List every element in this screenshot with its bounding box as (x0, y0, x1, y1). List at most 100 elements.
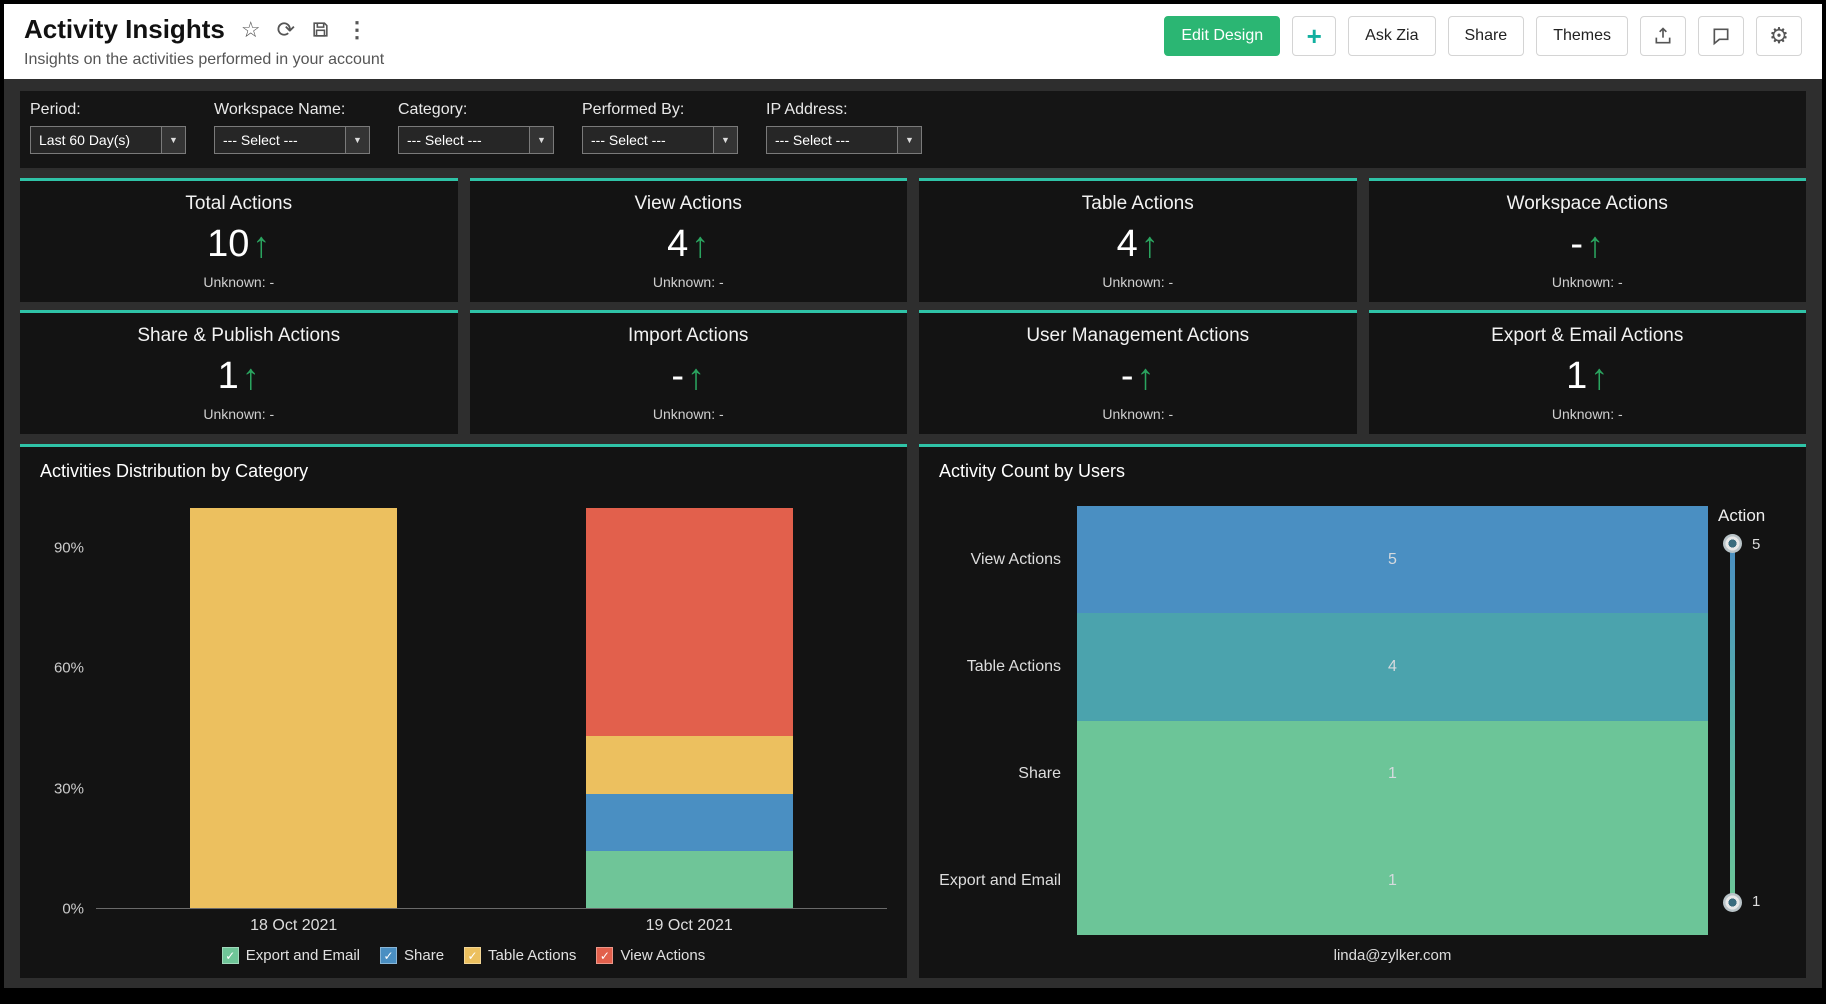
legend-item[interactable]: ✓ View Actions (596, 947, 705, 964)
filter-label: Performed By: (582, 101, 738, 119)
bar-slot (96, 508, 492, 908)
filter-select-period[interactable]: Last 60 Day(s) ▼ (30, 126, 186, 154)
filter-group-period: Period:Last 60 Day(s)▼ (30, 101, 186, 154)
kpi-value: 4 (1117, 223, 1138, 266)
heatmap-body: View Actions5Table Actions4Share1Export … (939, 482, 1786, 966)
heatmap-row-label: Export and Email (939, 828, 1077, 935)
trend-up-icon: ↑ (691, 227, 709, 263)
legend-checkbox-icon[interactable]: ✓ (596, 947, 613, 964)
legend-label: View Actions (620, 947, 705, 964)
filter-select-ip-address[interactable]: --- Select ---▼ (766, 126, 922, 154)
chevron-down-icon[interactable]: ▼ (161, 127, 185, 153)
kpi-title: User Management Actions (927, 325, 1349, 347)
trend-up-icon: ↑ (1590, 359, 1608, 395)
bar-chart-plot (96, 508, 887, 909)
trend-up-icon: ↑ (252, 227, 270, 263)
kpi-value-row: 4↑ (478, 223, 900, 266)
heatmap-title: Activity Count by Users (939, 461, 1786, 482)
heatmap-cell[interactable]: 4 (1077, 613, 1708, 720)
bar-segment[interactable] (586, 851, 793, 908)
bar-segment[interactable] (586, 508, 793, 736)
filter-select-category[interactable]: --- Select --- ▼ (398, 126, 554, 154)
heatmap-cell[interactable]: 1 (1077, 721, 1708, 828)
scale-max-handle[interactable] (1723, 534, 1742, 553)
comments-button[interactable] (1698, 16, 1744, 56)
kpi-title: Import Actions (478, 325, 900, 347)
kpi-title: Total Actions (28, 193, 450, 215)
kpi-value: - (1570, 223, 1583, 266)
chevron-down-icon[interactable]: ▼ (897, 127, 921, 153)
kpi-footer: Unknown: - (28, 274, 450, 294)
heatmap-cell-value: 1 (1388, 765, 1397, 783)
bar-segment[interactable] (586, 736, 793, 793)
filter-select-value: --- Select --- (399, 132, 482, 148)
legend-item[interactable]: ✓ Table Actions (464, 947, 576, 964)
settings-button[interactable]: ⚙ (1756, 16, 1802, 56)
ask-zia-button[interactable]: Ask Zia (1348, 16, 1435, 56)
x-axis-label: 18 Oct 2021 (96, 917, 492, 935)
filter-group-ip-address: IP Address:--- Select ---▼ (766, 101, 922, 154)
kpi-card: Total Actions 10↑ Unknown: - (20, 178, 458, 302)
legend-checkbox-icon[interactable]: ✓ (222, 947, 239, 964)
add-button[interactable]: + (1292, 16, 1336, 56)
y-axis-tick-label: 0% (62, 901, 84, 918)
legend-label: Share (404, 947, 444, 964)
comment-icon (1711, 26, 1731, 46)
heatmap-x-label: linda@zylker.com (1077, 935, 1708, 966)
legend-item[interactable]: ✓Export and Email (222, 947, 360, 964)
star-icon[interactable]: ☆ (241, 19, 261, 41)
heatmap-row: Table Actions 4 (939, 613, 1708, 720)
scale-track[interactable] (1730, 544, 1735, 902)
legend-checkbox-icon[interactable]: ✓ (380, 947, 397, 964)
kpi-value: 1 (218, 355, 239, 398)
edit-design-button[interactable]: Edit Design (1164, 16, 1280, 56)
heatmap-color-scale: Action 5 1 (1708, 506, 1786, 966)
bar-chart-legend: ✓Export and Email✓Share✓Table Actions✓Vi… (40, 941, 887, 966)
scale-min-handle[interactable] (1723, 893, 1742, 912)
filter-label: Workspace Name: (214, 101, 370, 119)
heatmap-row-label: Table Actions (939, 613, 1077, 720)
kpi-value: - (1121, 355, 1134, 398)
bar-segment[interactable] (190, 508, 397, 908)
legend-label: Table Actions (488, 947, 576, 964)
save-icon[interactable] (311, 20, 330, 39)
kpi-value: 4 (667, 223, 688, 266)
refresh-icon[interactable]: ⟳ (277, 19, 295, 41)
share-button[interactable]: Share (1448, 16, 1525, 56)
kpi-title: Workspace Actions (1377, 193, 1799, 215)
heatmap-cell[interactable]: 5 (1077, 506, 1708, 613)
kebab-menu-icon[interactable]: ⋮ (346, 19, 368, 41)
bar-chart-xlabels: 18 Oct 202119 Oct 2021 (96, 909, 887, 941)
filter-select-value: Last 60 Day(s) (31, 132, 130, 148)
stacked-bar[interactable] (586, 508, 793, 908)
header-actions: Edit Design + Ask Zia Share Themes (1164, 14, 1802, 56)
activity-insights-window: Activity Insights ☆ ⟳ ⋮ Insights on the … (0, 0, 1826, 1004)
chevron-down-icon[interactable]: ▼ (713, 127, 737, 153)
legend-checkbox-icon[interactable]: ✓ (464, 947, 481, 964)
heatmap-rows: View Actions5Table Actions4Share1Export … (939, 506, 1708, 935)
heatmap-cell[interactable]: 1 (1077, 828, 1708, 935)
export-button[interactable] (1640, 16, 1686, 56)
kpi-value-row: -↑ (927, 355, 1349, 398)
header: Activity Insights ☆ ⟳ ⋮ Insights on the … (4, 4, 1822, 79)
heatmap-row-label: Share (939, 721, 1077, 828)
kpi-title: Export & Email Actions (1377, 325, 1799, 347)
legend-item[interactable]: ✓ Share (380, 947, 444, 964)
kpi-card: Import Actions-↑Unknown: - (470, 310, 908, 434)
bar-chart-area: 0%30%60%90% (40, 508, 887, 909)
filter-select-performed-by[interactable]: --- Select ---▼ (582, 126, 738, 154)
stacked-bar[interactable] (190, 508, 397, 908)
trend-up-icon: ↑ (1137, 359, 1155, 395)
bar-chart-title: Activities Distribution by Category (40, 461, 887, 482)
x-axis-label: 19 Oct 2021 (492, 917, 888, 935)
page-title: Activity Insights (24, 14, 225, 45)
filter-select-workspace-name[interactable]: --- Select ---▼ (214, 126, 370, 154)
chevron-down-icon[interactable]: ▼ (529, 127, 553, 153)
kpi-value-row: 1↑ (28, 355, 450, 398)
kpi-value: 10 (207, 223, 249, 266)
heatmap-cell-value: 4 (1388, 658, 1397, 676)
bar-segment[interactable] (586, 794, 793, 851)
themes-button[interactable]: Themes (1536, 16, 1628, 56)
chevron-down-icon[interactable]: ▼ (345, 127, 369, 153)
scale-min-label: 1 (1752, 893, 1760, 910)
